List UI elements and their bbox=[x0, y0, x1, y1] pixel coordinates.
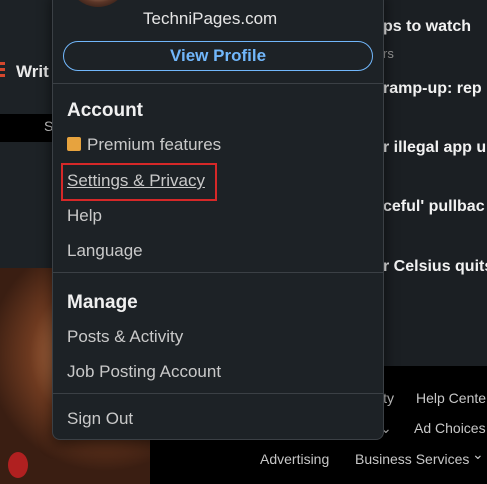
help-link[interactable]: Help bbox=[67, 206, 102, 226]
footer-link[interactable]: Ad Choices bbox=[414, 420, 486, 436]
divider bbox=[53, 393, 383, 394]
posts-activity-link[interactable]: Posts & Activity bbox=[67, 327, 183, 347]
footer-link[interactable]: Business Services bbox=[355, 451, 469, 467]
profile-name: TechniPages.com bbox=[143, 9, 278, 28]
news-item[interactable]: ramp-up: rep bbox=[383, 80, 482, 98]
highlight-annotation bbox=[61, 163, 217, 201]
write-label: Writ bbox=[16, 62, 49, 81]
account-section-title: Account bbox=[67, 100, 143, 121]
list-icon bbox=[0, 62, 5, 80]
sign-out-link[interactable]: Sign Out bbox=[67, 409, 133, 429]
write-article-button[interactable]: Writ bbox=[0, 56, 60, 88]
background-search-bar: S bbox=[0, 114, 60, 142]
premium-features-link[interactable]: Premium features bbox=[67, 135, 221, 155]
footer-link[interactable]: Help Cente bbox=[416, 390, 486, 406]
news-item[interactable]: r illegal app u bbox=[383, 139, 486, 157]
divider bbox=[53, 83, 383, 84]
news-subtext: rs bbox=[383, 46, 394, 61]
divider bbox=[53, 272, 383, 273]
job-posting-account-link[interactable]: Job Posting Account bbox=[67, 362, 221, 382]
view-profile-button[interactable]: View Profile bbox=[63, 41, 373, 71]
avatar[interactable] bbox=[67, 0, 129, 7]
chevron-down-icon: ⌄ bbox=[472, 446, 484, 462]
language-link[interactable]: Language bbox=[67, 241, 143, 261]
news-item[interactable]: r Celsius quits bbox=[383, 258, 487, 276]
premium-features-label: Premium features bbox=[87, 135, 222, 154]
news-item[interactable]: ps to watch bbox=[383, 18, 471, 36]
news-item[interactable]: ceful' pullbac bbox=[383, 198, 485, 216]
manage-section-title: Manage bbox=[67, 292, 138, 313]
profile-dropdown-menu: TechniPages.com View Profile Account Pre… bbox=[52, 0, 384, 440]
premium-icon bbox=[67, 137, 81, 151]
footer-link[interactable]: Advertising bbox=[260, 451, 329, 467]
